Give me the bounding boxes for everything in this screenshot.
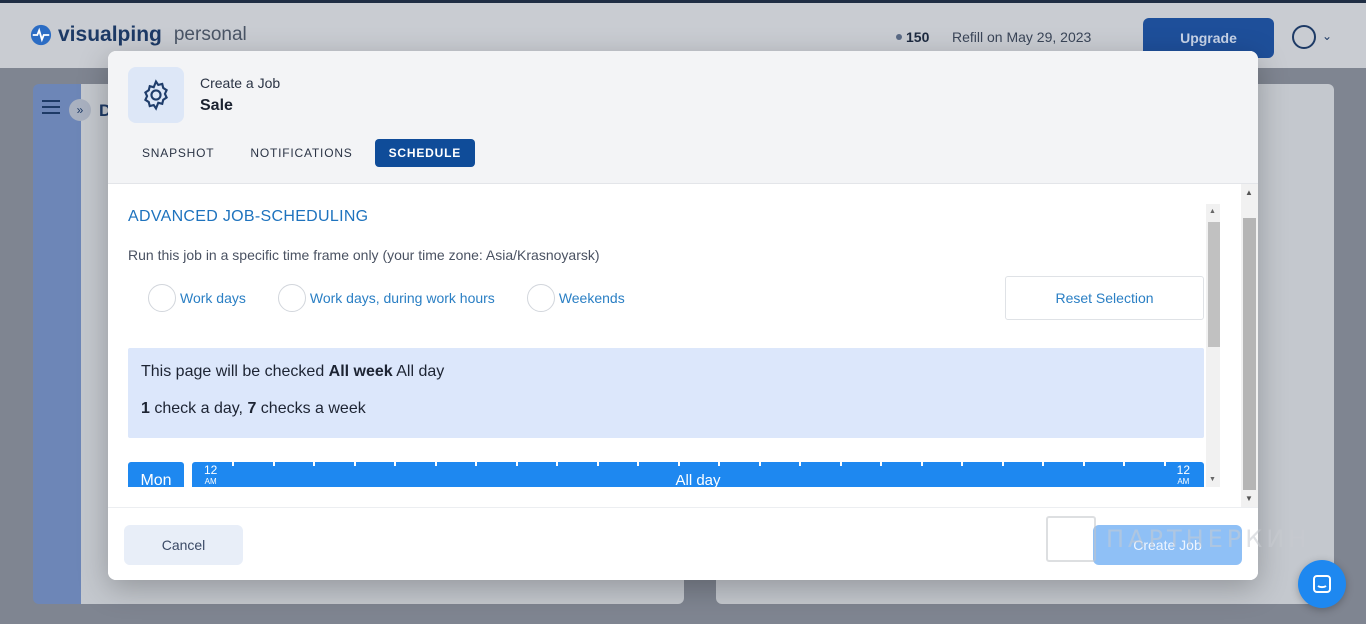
summary-line-1: This page will be checked All week All d…: [141, 363, 1191, 381]
logo[interactable]: visualping personal: [30, 23, 247, 47]
tab-notifications[interactable]: NOTIFICATIONS: [236, 139, 366, 167]
watermark: ПАРТНЕРКИН: [1046, 516, 1310, 562]
preset-label: Work days, during work hours: [309, 290, 495, 306]
hour-tick: [475, 462, 477, 466]
schedule-scroll-area: ADVANCED JOB-SCHEDULING Run this job in …: [108, 204, 1206, 487]
hour-tick: [354, 462, 356, 466]
schedule-presets: Work days Work days, during work hours W…: [148, 284, 657, 312]
radio-button[interactable]: [526, 284, 555, 312]
hour-tick: [1042, 462, 1044, 466]
gear-icon: [128, 67, 184, 123]
chevron-down-icon[interactable]: ⌄: [1322, 29, 1332, 43]
hour-tick: [597, 462, 599, 466]
summary-period: All week: [328, 363, 393, 380]
hour-tick: [961, 462, 963, 466]
hour-tick: [718, 462, 720, 466]
expand-chevrons-icon[interactable]: »: [69, 99, 91, 121]
scroll-down-arrow-icon[interactable]: ▼: [1209, 476, 1216, 483]
scroll-up-arrow-icon[interactable]: ▲: [1209, 208, 1216, 215]
radio-button[interactable]: [277, 284, 306, 312]
summary-line-2: 1 check a day, 7 checks a week: [141, 400, 1191, 418]
scroll-up-arrow-icon[interactable]: ▲: [1245, 188, 1253, 197]
watermark-logo-icon: [1046, 516, 1096, 562]
credits-value: 150: [906, 29, 930, 45]
pulse-logo-icon: [30, 24, 52, 46]
preset-label: Work days: [180, 290, 246, 306]
watermark-text: ПАРТНЕРКИН: [1106, 525, 1311, 553]
preset-label: Weekends: [558, 290, 625, 306]
radio-button[interactable]: [148, 284, 176, 312]
hour-tick: [921, 462, 923, 466]
day-row-mon: Mon 12 AM All day 12 AM: [128, 462, 1204, 487]
checks-per-day: 1: [141, 400, 150, 417]
day-time-bar[interactable]: 12 AM All day 12 AM: [192, 462, 1204, 487]
hour-tick: [880, 462, 882, 466]
summary-suffix: All day: [392, 363, 445, 380]
modal-tabs: SNAPSHOT NOTIFICATIONS SCHEDULE: [128, 139, 476, 167]
hour-tick: [840, 462, 842, 466]
user-avatar-icon[interactable]: [1292, 25, 1316, 49]
checks-per-week: 7: [247, 400, 257, 417]
hour-tick: [516, 462, 518, 466]
preset-work-hours[interactable]: Work days, during work hours: [277, 284, 495, 312]
hour-tick: [273, 462, 275, 466]
chat-launcher-icon[interactable]: [1298, 560, 1346, 608]
hour-tick: [1002, 462, 1004, 466]
inner-scrollbar[interactable]: ▲ ▼: [1206, 204, 1220, 487]
reset-selection-button[interactable]: Reset Selection: [1005, 276, 1204, 320]
scrollbar-thumb[interactable]: [1243, 218, 1256, 490]
brand-name: visualping: [58, 23, 162, 46]
hour-tick: [637, 462, 639, 466]
schedule-summary: This page will be checked All week All d…: [128, 348, 1204, 438]
day-label[interactable]: Mon: [128, 462, 184, 487]
scrollbar-thumb[interactable]: [1208, 222, 1220, 347]
hour-tick: [394, 462, 396, 466]
summary-prefix: This page will be checked: [141, 363, 329, 380]
hour-tick: [1083, 462, 1085, 466]
hour-tick: [556, 462, 558, 466]
preset-weekends[interactable]: Weekends: [526, 284, 625, 312]
credits-dot-icon: [896, 34, 902, 40]
day-bar-label: All day: [675, 472, 721, 487]
hour-tick: [799, 462, 801, 466]
background-sidebar: [33, 84, 81, 604]
plan-name: personal: [173, 24, 247, 45]
checks-per-day-text: check a day,: [149, 400, 248, 417]
hour-tick: [435, 462, 437, 466]
job-name: Sale: [200, 97, 233, 114]
create-job-modal: Create a Job Sale SNAPSHOT NOTIFICATIONS…: [108, 51, 1258, 580]
hour-tick: [232, 462, 234, 466]
checks-per-week-text: checks a week: [256, 400, 366, 417]
hour-tick: [678, 462, 680, 466]
refill-date: Refill on May 29, 2023: [952, 29, 1092, 45]
hour-tick: [1123, 462, 1125, 466]
preset-work-days[interactable]: Work days: [148, 284, 246, 312]
credits-counter: 150: [896, 29, 929, 45]
section-description: Run this job in a specific time frame on…: [128, 247, 600, 263]
end-meridiem: AM: [1177, 477, 1190, 486]
hamburger-menu-icon[interactable]: [42, 100, 60, 114]
tab-schedule[interactable]: SCHEDULE: [374, 139, 476, 167]
outer-scrollbar[interactable]: ▲ ▼: [1241, 184, 1258, 507]
cancel-button[interactable]: Cancel: [124, 525, 243, 565]
tab-snapshot[interactable]: SNAPSHOT: [128, 139, 228, 167]
scroll-down-arrow-icon[interactable]: ▼: [1245, 494, 1253, 503]
modal-header: Create a Job Sale SNAPSHOT NOTIFICATIONS…: [108, 51, 1258, 184]
section-title: ADVANCED JOB-SCHEDULING: [128, 208, 369, 225]
hour-tick: [313, 462, 315, 466]
end-hour-value: 12: [1176, 463, 1190, 477]
end-hour: 12 AM: [1176, 463, 1190, 487]
modal-kicker: Create a Job: [200, 75, 281, 91]
hour-tick: [759, 462, 761, 466]
hour-tick: [1164, 462, 1166, 466]
modal-body: ADVANCED JOB-SCHEDULING Run this job in …: [108, 184, 1258, 507]
